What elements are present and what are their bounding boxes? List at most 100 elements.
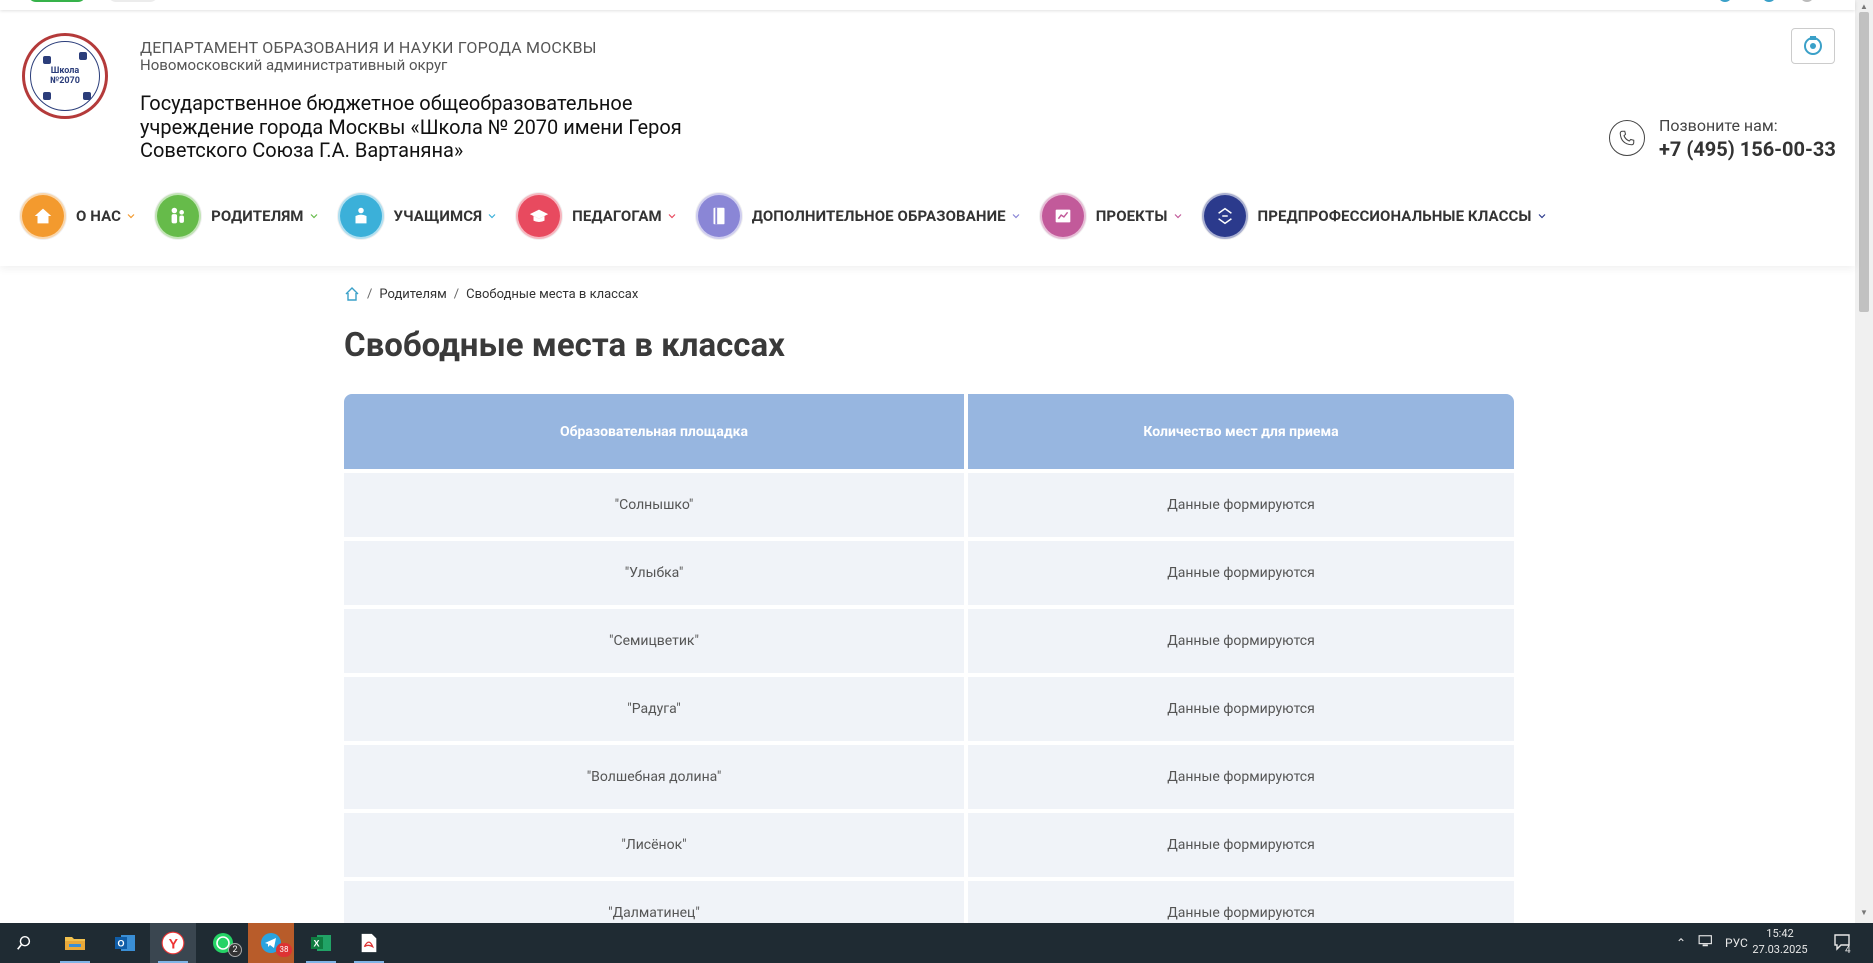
breadcrumb-separator: / [367, 286, 373, 302]
windows-taskbar: O Y 2 38 X ⌃ РУС 15:42 27.03.2025 4 [0, 923, 1873, 963]
network-icon[interactable] [1698, 934, 1716, 951]
department-title: ДЕПАРТАМЕНТ ОБРАЗОВАНИЯ И НАУКИ ГОРОДА М… [140, 38, 597, 57]
social-icon-3[interactable] [1800, 0, 1814, 2]
phone-number[interactable]: +7 (495) 156-00-33 [1659, 137, 1836, 161]
page-scrollbar[interactable]: ▲ ▼ [1855, 0, 1873, 923]
presentation-icon [1039, 193, 1086, 239]
table-row: "Волшебная долина" Данные формируются [344, 745, 1514, 809]
logo-text-2: №2070 [50, 76, 80, 86]
nav-label: ПРЕДПРОФЕССИОНАЛЬНЫЕ КЛАССЫ [1257, 207, 1532, 225]
phone-label: Позвоните нам: [1659, 116, 1778, 135]
table-cell-seats: Данные формируются [968, 745, 1514, 809]
breadcrumb-separator: / [453, 286, 460, 302]
whatsapp-badge: 2 [228, 943, 242, 957]
clock-date: 27.03.2025 [1752, 943, 1808, 956]
social-icon-2[interactable] [1762, 0, 1776, 2]
graduation-cap-icon [516, 193, 563, 239]
vacancies-table: Образовательная площадка Количество мест… [344, 394, 1514, 949]
logo-text-1: Школа [50, 66, 80, 76]
chevron-down-icon [1538, 212, 1546, 220]
table-cell-site: "Солнышко" [344, 473, 964, 537]
yandex-browser-icon[interactable]: Y [150, 923, 196, 963]
logo-decoration-icon [43, 92, 51, 100]
chevron-down-icon [310, 212, 318, 220]
nav-label: РОДИТЕЛЯМ [211, 207, 304, 225]
phone-icon [1609, 120, 1645, 156]
table-cell-site: "Лисёнок" [344, 813, 964, 877]
search-icon[interactable] [8, 931, 40, 955]
top-green-button[interactable] [28, 0, 86, 2]
main-nav: О НАС РОДИТЕЛЯМ УЧАЩИМСЯ ПЕДАГОГАМ ДОПОЛ… [20, 192, 1566, 240]
table-cell-site: "Улыбка" [344, 541, 964, 605]
site-header: Школа №2070 ДЕПАРТАМЕНТ ОБРАЗОВАНИЯ И НА… [0, 10, 1855, 266]
house-icon [20, 193, 66, 239]
nav-label: О НАС [76, 207, 122, 225]
whatsapp-icon[interactable]: 2 [200, 923, 246, 963]
school-name[interactable]: Государственное бюджетное общеобразовате… [140, 91, 740, 163]
page-title: Свободные места в классах [344, 326, 785, 365]
arrows-icon [1201, 193, 1248, 239]
svg-text:X: X [314, 939, 320, 949]
column-header-seats: Количество мест для приема [968, 394, 1514, 469]
system-clock[interactable]: 15:42 27.03.2025 [1740, 926, 1820, 958]
nav-label: УЧАЩИМСЯ [393, 207, 483, 225]
chevron-down-icon [1174, 212, 1182, 220]
scroll-down-icon[interactable]: ▼ [1860, 908, 1868, 917]
table-row: "Семицветик" Данные формируются [344, 609, 1514, 673]
file-explorer-icon[interactable] [52, 923, 98, 963]
nav-item-additional-education[interactable]: ДОПОЛНИТЕЛЬНОЕ ОБРАЗОВАНИЕ [695, 193, 1020, 239]
notifications-count: 4 [1845, 945, 1851, 956]
chevron-down-icon [488, 212, 496, 220]
tray-chevron-up-icon[interactable]: ⌃ [1676, 936, 1686, 950]
table-cell-seats: Данные формируются [968, 473, 1514, 537]
clock-time: 15:42 [1766, 927, 1794, 940]
accessibility-button[interactable] [1791, 28, 1835, 64]
table-cell-site: "Волшебная долина" [344, 745, 964, 809]
chevron-down-icon [127, 212, 135, 220]
table-cell-seats: Данные формируются [968, 541, 1514, 605]
family-icon [155, 193, 202, 239]
breadcrumb-link-parents[interactable]: Родителям [379, 287, 446, 302]
nav-item-parents[interactable]: РОДИТЕЛЯМ [155, 193, 317, 239]
nav-item-projects[interactable]: ПРОЕКТЫ [1039, 193, 1182, 239]
nav-label: ПЕДАГОГАМ [572, 207, 662, 225]
table-row: "Лисёнок" Данные формируются [344, 813, 1514, 877]
top-bar [0, 0, 1855, 10]
table-row: "Радуга" Данные формируются [344, 677, 1514, 741]
pdf-reader-icon[interactable] [346, 923, 392, 963]
table-row: "Улыбка" Данные формируются [344, 541, 1514, 605]
telegram-badge: 38 [276, 943, 292, 957]
table-header-row: Образовательная площадка Количество мест… [344, 394, 1514, 469]
table-row: "Солнышко" Данные формируются [344, 473, 1514, 537]
outlook-icon[interactable]: O [102, 923, 148, 963]
column-header-site: Образовательная площадка [344, 394, 964, 469]
district-name: Новомосковский административный округ [140, 56, 448, 74]
table-cell-seats: Данные формируются [968, 813, 1514, 877]
table-cell-site: "Радуга" [344, 677, 964, 741]
breadcrumb: / Родителям / Свободные места в классах [344, 286, 638, 302]
telegram-icon[interactable]: 38 [248, 923, 294, 963]
svg-text:O: O [118, 939, 125, 949]
breadcrumb-current: Свободные места в классах [466, 286, 639, 302]
nav-label: ДОПОЛНИТЕЛЬНОЕ ОБРАЗОВАНИЕ [751, 207, 1006, 225]
excel-icon[interactable]: X [298, 923, 344, 963]
table-cell-seats: Данные формируются [968, 677, 1514, 741]
logo-decoration-icon [83, 92, 91, 100]
scroll-up-icon[interactable]: ▲ [1860, 2, 1868, 11]
scrollbar-thumb[interactable] [1859, 12, 1869, 312]
nav-item-teachers[interactable]: ПЕДАГОГАМ [516, 193, 676, 239]
nav-item-preprofessional-classes[interactable]: ПРЕДПРОФЕССИОНАЛЬНЫЕ КЛАССЫ [1201, 193, 1546, 239]
nav-item-about[interactable]: О НАС [20, 193, 135, 239]
glasses-icon [1804, 36, 1822, 55]
home-icon[interactable] [344, 286, 360, 302]
nav-label: ПРОЕКТЫ [1095, 207, 1168, 225]
logo-decoration-icon [43, 56, 51, 64]
school-logo[interactable]: Школа №2070 [22, 33, 108, 119]
social-icon-1[interactable] [1718, 0, 1732, 2]
nav-item-students[interactable]: УЧАЩИМСЯ [337, 193, 497, 239]
logo-decoration-icon [79, 52, 87, 60]
chevron-down-icon [668, 212, 676, 220]
student-icon [337, 193, 384, 239]
top-gray-button[interactable] [108, 0, 158, 2]
table-cell-site: "Семицветик" [344, 609, 964, 673]
